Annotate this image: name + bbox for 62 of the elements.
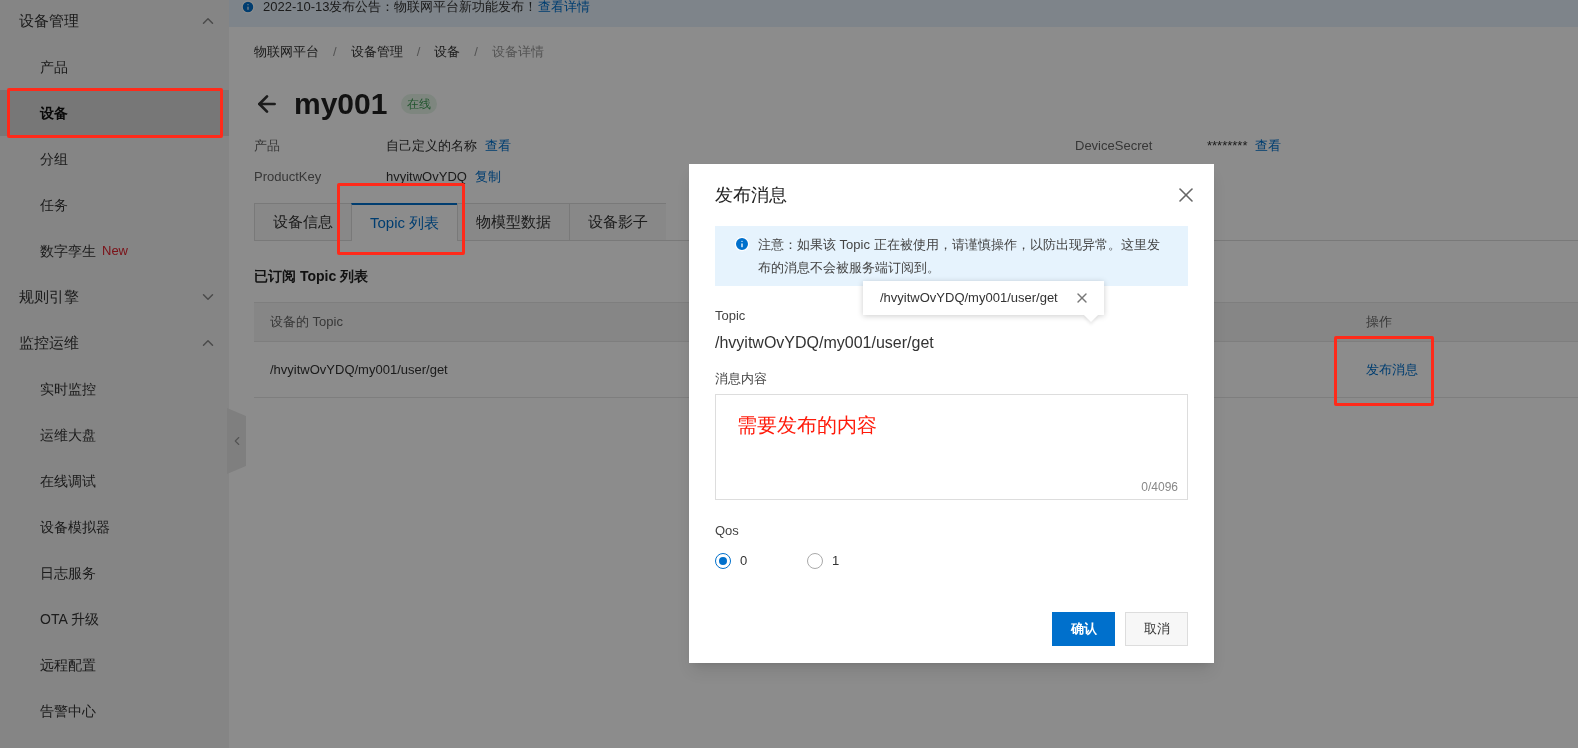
field-action-link[interactable]: 查看: [1255, 135, 1282, 156]
sidebar-item[interactable]: 远程配置: [0, 642, 229, 688]
sidebar-item[interactable]: OTA 升级: [0, 596, 229, 642]
sidebar-item[interactable]: 设备模拟器: [0, 504, 229, 550]
tab[interactable]: Topic 列表: [351, 203, 458, 241]
sidebar-item[interactable]: 产品: [0, 44, 229, 90]
column-header: 操作: [1366, 314, 1392, 330]
topic-label: Topic: [715, 307, 746, 324]
sidebar-item[interactable]: 分组: [0, 136, 229, 182]
breadcrumb-link[interactable]: 设备管理: [350, 42, 403, 62]
breadcrumb-separator: /: [416, 43, 421, 62]
topic-value: /hvyitwOvYDQ/my001/user/get: [715, 333, 934, 353]
breadcrumb-separator: /: [474, 43, 478, 62]
message-label: 消息内容: [715, 370, 767, 387]
tab[interactable]: 设备信息: [254, 203, 351, 240]
sidebar-item-label: 数字孪生: [40, 241, 96, 261]
field-label: 产品: [254, 136, 281, 155]
sidebar-group-header[interactable]: 设备管理: [0, 0, 229, 44]
field-action-link[interactable]: 查看: [485, 135, 511, 156]
sidebar-item[interactable]: 告警中心: [0, 688, 229, 734]
radio-option[interactable]: 0: [715, 551, 807, 571]
radio-option[interactable]: 1: [807, 551, 899, 571]
banner-link[interactable]: 查看详情: [537, 0, 590, 14]
notice-text: 注意：如果该 Topic 正在被使用，请谨慎操作，以防出现异常。这里发布的消息不会被服务端订阅到。: [758, 236, 1161, 277]
sidebar-item[interactable]: 数字孪生 New: [0, 228, 229, 274]
sidebar-item[interactable]: 日志服务: [0, 550, 229, 596]
device-title: my001: [294, 89, 388, 119]
field-label: ProductKey: [254, 167, 323, 186]
field-label: DeviceSecret: [1075, 136, 1154, 155]
message-field[interactable]: 需要发布的内容 0/4096: [715, 394, 1188, 500]
tab[interactable]: 物模型数据: [457, 203, 570, 240]
cancel-button[interactable]: 取消: [1125, 612, 1188, 646]
status-tag: 在线: [401, 94, 438, 114]
sidebar-group-header[interactable]: 监控运维: [0, 320, 229, 366]
section-title: 已订阅 Topic 列表: [254, 266, 369, 286]
table-cell: /hvyitwOvYDQ/my001/user/get: [270, 361, 448, 377]
tab[interactable]: 设备影子: [569, 203, 667, 240]
breadcrumb-link[interactable]: 物联网平台: [254, 42, 319, 62]
field-value: 自己定义的名称: [386, 136, 477, 155]
new-label: New: [102, 242, 128, 261]
radio-label: 0: [740, 552, 748, 570]
sidebar-item[interactable]: 实时监控: [0, 366, 229, 412]
field-value: hvyitwOvYDQ: [386, 167, 467, 186]
info-icon: [241, 0, 255, 14]
annotation-text: 需要发布的内容: [737, 413, 878, 438]
field-value: ********: [1207, 136, 1248, 155]
qos-label: Qos: [715, 522, 739, 539]
tooltip-text: /hvyitwOvYDQ/my001/user/get: [880, 289, 1058, 308]
dialog-title: 发布消息: [715, 183, 787, 207]
info-icon: [734, 236, 750, 252]
sidebar-item[interactable]: 设备: [0, 90, 229, 136]
field-action-link[interactable]: 复制: [474, 166, 501, 187]
breadcrumb-link[interactable]: 设备: [434, 42, 461, 62]
column-header: 设备的 Topic: [270, 314, 343, 330]
confirm-button[interactable]: 确认: [1052, 612, 1115, 646]
breadcrumb-separator: /: [333, 43, 337, 62]
radio-label: 1: [832, 552, 840, 570]
sidebar-item[interactable]: 任务: [0, 182, 229, 228]
banner-text: 2022-10-13发布公告：物联网平台新功能发布！: [263, 0, 538, 14]
character-counter: 0/4096: [1141, 479, 1178, 496]
publish-message-link[interactable]: 发布消息: [1366, 359, 1418, 380]
sidebar-group-header[interactable]: 规则引擎: [0, 274, 229, 320]
